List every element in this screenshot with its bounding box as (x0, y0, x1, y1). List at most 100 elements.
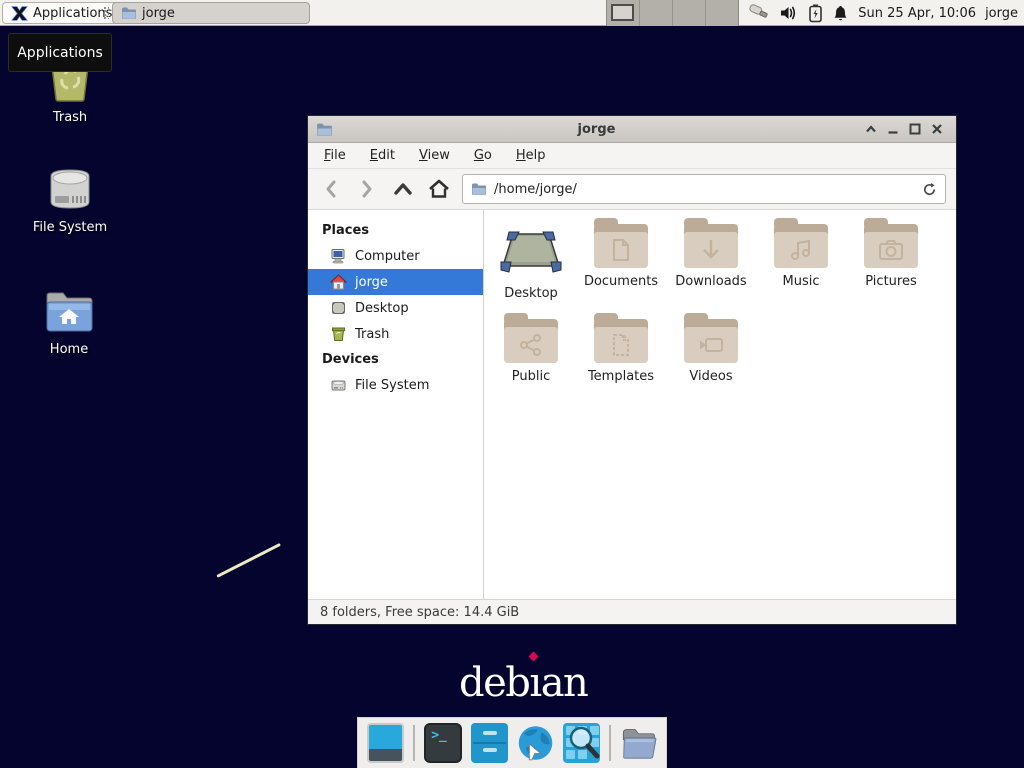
forward-button[interactable] (354, 176, 380, 202)
dock-panel: >_ (357, 717, 667, 768)
file-item-videos[interactable]: Videos (668, 319, 754, 384)
window-launcher-icon[interactable] (367, 723, 404, 763)
workspace-4[interactable] (706, 0, 738, 26)
sidebar-item-label: Desktop (355, 301, 409, 316)
statusbar: 8 folders, Free space: 14.4 GiB (308, 599, 956, 624)
window-folder-icon (316, 122, 333, 137)
downloads-folder-icon (684, 224, 738, 268)
desktop-desk-icon (499, 224, 563, 276)
sidebar-item-label: File System (355, 378, 429, 393)
panel-username[interactable]: jorge (985, 6, 1018, 21)
dock-separator (413, 725, 415, 761)
clock[interactable]: Sun 25 Apr, 10:06 (858, 6, 976, 21)
workspace-3[interactable] (673, 0, 706, 26)
menu-edit[interactable]: Edit (370, 148, 395, 163)
web-browser-launcher-icon[interactable] (517, 723, 554, 763)
back-button[interactable] (318, 176, 344, 202)
sidebar-item-jorge[interactable]: jorge (308, 269, 483, 295)
hard-drive-icon (330, 377, 347, 393)
xfce-logo-icon (11, 5, 28, 22)
file-item-desktop[interactable]: Desktop (488, 224, 574, 301)
volume-icon[interactable] (779, 4, 799, 22)
window-title: jorge (333, 122, 860, 137)
close-button[interactable] (926, 119, 948, 139)
magnifier-icon (563, 723, 600, 763)
path-folder-icon (471, 182, 487, 196)
taskbar-window-button[interactable]: jorge (112, 2, 310, 24)
desktop-icon-label: Home (24, 342, 114, 357)
folder-icon (121, 6, 137, 20)
file-item-label: Desktop (488, 286, 574, 301)
toolbar: /home/jorge/ (308, 169, 956, 210)
desktop-icon-home[interactable]: Home (24, 290, 114, 357)
sidebar: Places Computer jo (308, 210, 484, 599)
terminal-launcher-icon[interactable]: >_ (424, 723, 462, 763)
desktop-icon-label: Trash (25, 110, 115, 125)
menubar: File Edit View Go Help (308, 143, 956, 169)
stray-drawn-line (216, 543, 281, 578)
pictures-folder-icon (864, 224, 918, 268)
file-manager-launcher-icon[interactable] (620, 723, 657, 763)
files-view[interactable]: Desktop Documents Downloads (484, 210, 956, 599)
taskbar-window-label: jorge (142, 6, 175, 21)
sidebar-item-trash[interactable]: Trash (308, 321, 483, 347)
workspace-window-miniature (611, 4, 634, 21)
sidebar-item-file-system[interactable]: File System (308, 372, 483, 398)
maximize-button[interactable] (904, 119, 926, 139)
statusbar-text: 8 folders, Free space: 14.4 GiB (320, 605, 519, 620)
file-item-templates[interactable]: Templates (578, 319, 664, 384)
minimize-button[interactable] (882, 119, 904, 139)
app-finder-launcher-icon[interactable] (563, 723, 600, 763)
file-item-label: Documents (578, 274, 664, 289)
location-bar[interactable]: /home/jorge/ (462, 174, 946, 204)
up-button[interactable] (390, 176, 416, 202)
sidebar-header-places: Places (308, 218, 483, 243)
file-item-documents[interactable]: Documents (578, 224, 664, 289)
file-item-label: Public (488, 369, 574, 384)
shade-button[interactable] (860, 119, 882, 139)
sidebar-item-desktop[interactable]: Desktop (308, 295, 483, 321)
menu-help[interactable]: Help (516, 148, 546, 163)
file-item-music[interactable]: Music (758, 224, 844, 289)
templates-folder-icon (594, 319, 648, 363)
debian-wordmark: debıan (459, 663, 587, 703)
desktop-icon-label: File System (25, 220, 115, 235)
desktop-icon (330, 300, 347, 316)
home-folder-icon (43, 290, 95, 334)
applications-tooltip: Applications (8, 33, 112, 72)
home-button[interactable] (426, 176, 452, 202)
system-tray: Sun 25 Apr, 10:06 jorge (742, 0, 1024, 26)
workspace-2[interactable] (640, 0, 673, 26)
menu-go[interactable]: Go (474, 148, 492, 163)
reload-icon[interactable] (922, 182, 937, 197)
trash-icon (330, 326, 347, 342)
file-cabinet-launcher-icon[interactable] (471, 723, 508, 763)
file-item-public[interactable]: Public (488, 319, 574, 384)
file-manager-window: jorge File Edit View Go Help (307, 115, 957, 625)
cabinet-divider (473, 742, 506, 744)
notifications-bell-icon[interactable] (832, 4, 849, 23)
desktop: Applications jorge (0, 0, 1024, 768)
file-item-pictures[interactable]: Pictures (848, 224, 934, 289)
dock-separator (609, 725, 611, 761)
sidebar-item-computer[interactable]: Computer (308, 243, 483, 269)
file-item-label: Music (758, 274, 844, 289)
panel-handle[interactable] (104, 7, 109, 19)
music-folder-icon (774, 224, 828, 268)
window-titlebar[interactable]: jorge (308, 116, 956, 143)
workspace-1[interactable] (607, 0, 640, 26)
file-item-label: Templates (578, 369, 664, 384)
house-icon (330, 274, 347, 290)
menu-file[interactable]: File (324, 148, 346, 163)
computer-icon (330, 248, 347, 264)
path-text[interactable]: /home/jorge/ (494, 182, 915, 197)
battery-icon[interactable] (808, 3, 823, 23)
stylus-icon[interactable] (748, 3, 770, 23)
menu-view[interactable]: View (419, 148, 450, 163)
desktop-icon-file-system[interactable]: File System (25, 166, 115, 235)
workspace-switcher (606, 0, 739, 26)
sidebar-item-label: jorge (355, 275, 388, 290)
file-item-downloads[interactable]: Downloads (668, 224, 754, 289)
videos-folder-icon (684, 319, 738, 363)
debian-text: an (541, 660, 588, 706)
